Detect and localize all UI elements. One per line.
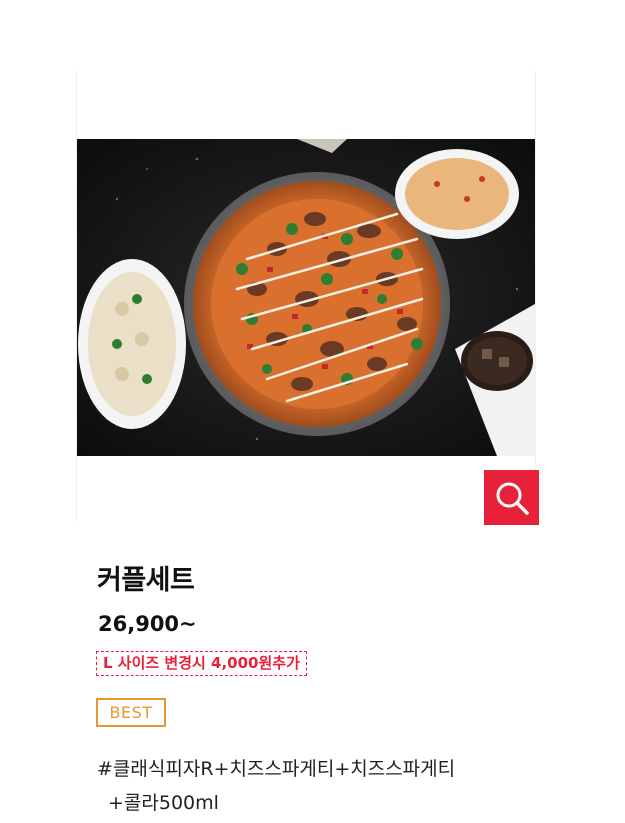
size-change-notice: L 사이즈 변경시 4,000원추가 — [96, 651, 307, 676]
product-price: 26,900~ — [98, 612, 197, 636]
description-line-2: +콜라500ml — [108, 792, 219, 814]
magnifier-icon — [496, 482, 529, 515]
description-line-1: #클래식피자R+치즈스파게티+치즈스파게티 — [97, 758, 456, 780]
product-name: 커플세트 — [97, 565, 195, 596]
zoom-button[interactable] — [484, 470, 539, 525]
product-image[interactable] — [77, 139, 535, 456]
best-badge: BEST — [96, 698, 166, 727]
product-description: #클래식피자R+치즈스파게티+치즈스파게티 +콜라500ml — [97, 752, 597, 820]
pizza-set-photo — [77, 139, 535, 456]
